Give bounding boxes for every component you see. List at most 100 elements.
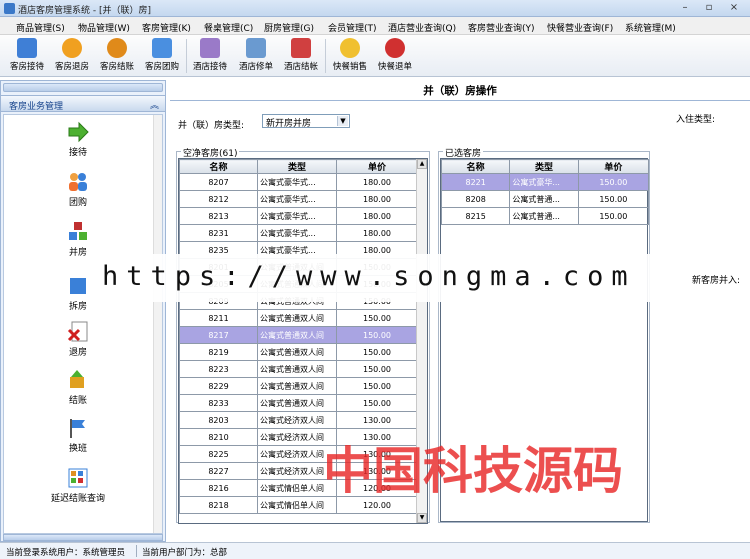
- room-group-button[interactable]: 客房团购: [141, 37, 183, 75]
- sidebar-item-delayed-settle[interactable]: 延迟结账查询: [4, 467, 152, 504]
- sidebar-item-label: 退房: [68, 348, 87, 358]
- room-price-cell: 180.00: [336, 190, 418, 208]
- room-name-cell: 8233: [179, 394, 258, 412]
- fastfood-sale-icon: [340, 38, 360, 58]
- column-header-type[interactable]: 类型: [509, 159, 579, 174]
- column-header-type[interactable]: 类型: [257, 159, 337, 174]
- room-price-cell: 150.00: [336, 309, 418, 327]
- window-title: 酒店客房管理系统 - [并（联）房]: [18, 6, 151, 16]
- table-row[interactable]: 8233 公寓式普通双人间 150.00: [179, 394, 418, 412]
- room-name-cell: 8203: [179, 411, 258, 429]
- room-type-cell: 公寓式普通双人间: [257, 360, 337, 378]
- chevron-up-icon[interactable]: ︽: [150, 98, 159, 111]
- url-watermark: https://www.songma.com: [98, 254, 670, 302]
- chevron-down-icon[interactable]: ▼: [337, 116, 348, 126]
- delete-doc-icon: [67, 321, 89, 343]
- table-row[interactable]: 8212 公寓式豪华式... 180.00: [179, 190, 418, 208]
- room-price-cell: 150.00: [577, 207, 650, 225]
- room-type-select[interactable]: 新开房并房 ▼: [262, 114, 350, 129]
- room-group-icon: [152, 38, 172, 58]
- room-settle-icon: [107, 38, 127, 58]
- maximize-button[interactable]: ▫: [696, 0, 722, 15]
- menu-members[interactable]: 会员管理(T): [328, 21, 377, 34]
- room-name-cell: 8213: [179, 207, 258, 225]
- sidebar-list: 接待 团购 并房 拆房 退房 结账 换班 延迟结账查询: [3, 114, 163, 534]
- hotel-reception-button[interactable]: 酒店接待: [189, 37, 231, 75]
- sidebar-item-checkout[interactable]: 退房: [4, 321, 152, 358]
- fastfood-refund-button[interactable]: 快餐退单: [374, 37, 416, 75]
- column-header-price[interactable]: 单价: [577, 159, 650, 174]
- menu-kitchen[interactable]: 厨房管理(G): [264, 21, 314, 34]
- table-row[interactable]: 8217 公寓式普通双人间 150.00: [179, 326, 418, 344]
- column-header-name[interactable]: 名称: [179, 159, 258, 174]
- sidebar-item-group[interactable]: 团购: [4, 171, 152, 208]
- room-name-cell: 8231: [179, 224, 258, 242]
- hotel-edit-label: 酒店修单: [238, 62, 273, 72]
- checkin-type-label: 入住类型:: [676, 115, 716, 125]
- fastfood-sale-label: 快餐销售: [332, 62, 367, 72]
- room-price-cell: 150.00: [336, 360, 418, 378]
- column-header-name[interactable]: 名称: [440, 159, 511, 174]
- menu-items[interactable]: 物品管理(W): [78, 21, 130, 34]
- scroll-up-icon[interactable]: ▲: [417, 159, 427, 169]
- room-settle-label: 客房结账: [99, 62, 134, 72]
- minimize-button[interactable]: –: [672, 0, 698, 15]
- sidebar-item-settle[interactable]: 结账: [4, 369, 152, 406]
- room-price-cell: 150.00: [336, 343, 418, 361]
- table-row[interactable]: 8223 公寓式普通双人间 150.00: [179, 360, 418, 378]
- table-row[interactable]: 8203 公寓式经济双人间 130.00: [179, 411, 418, 429]
- room-name-cell: 8215: [440, 207, 511, 225]
- room-type-cell: 公寓式普通双人间: [257, 343, 337, 361]
- room-name-cell: 8219: [179, 343, 258, 361]
- table-row[interactable]: 8221 公寓式豪华... 150.00: [440, 173, 650, 191]
- sidebar-item-label: 拆房: [68, 302, 87, 312]
- column-header-price[interactable]: 单价: [336, 159, 418, 174]
- menu-hotel-query[interactable]: 酒店营业查询(Q): [388, 21, 456, 34]
- hotel-settle-button[interactable]: 酒店结帐: [280, 37, 322, 75]
- room-reception-icon: [17, 38, 37, 58]
- sidebar-item-reception[interactable]: 接待: [4, 121, 152, 158]
- table-row[interactable]: 8211 公寓式普通双人间 150.00: [179, 309, 418, 327]
- table-row[interactable]: 8231 公寓式豪华式... 180.00: [179, 224, 418, 242]
- sidebar-title: 客房业务管理: [9, 102, 64, 112]
- table-row[interactable]: 8208 公寓式普通... 150.00: [440, 190, 650, 208]
- room-type-cell: 公寓式豪华式...: [257, 224, 337, 242]
- sidebar-item-merge[interactable]: 并房: [4, 221, 152, 258]
- menu-system[interactable]: 系统管理(M): [625, 21, 676, 34]
- sidebar-item-shift[interactable]: 换班: [4, 417, 152, 454]
- room-type-value: 新开房并房: [266, 119, 312, 129]
- table-row[interactable]: 8229 公寓式普通双人间 150.00: [179, 377, 418, 395]
- fastfood-sale-button[interactable]: 快餐销售: [329, 37, 371, 75]
- menu-tables[interactable]: 餐桌管理(C): [204, 21, 253, 34]
- sidebar-scrollbar[interactable]: [153, 115, 162, 533]
- close-button[interactable]: ×: [721, 0, 747, 15]
- table-row[interactable]: 8207 公寓式豪华式... 180.00: [179, 173, 418, 191]
- room-name-cell: 8207: [179, 173, 258, 191]
- status-separator: [136, 545, 137, 557]
- split-icon: [67, 275, 89, 297]
- sidebar-header[interactable]: 客房业务管理 ︽: [1, 95, 165, 112]
- grid-icon: [67, 467, 89, 489]
- room-settle-button[interactable]: 客房结账: [96, 37, 138, 75]
- sidebar-splitter[interactable]: [3, 83, 163, 92]
- table-row[interactable]: 8219 公寓式普通双人间 150.00: [179, 343, 418, 361]
- room-reception-button[interactable]: 客房接待: [6, 37, 48, 75]
- sidebar-bottom-bar[interactable]: [3, 534, 163, 541]
- menu-fastfood-query[interactable]: 快餐营业查询(F): [547, 21, 613, 34]
- room-checkout-button[interactable]: 客房退房: [51, 37, 93, 75]
- room-type-cell: 公寓式豪华...: [509, 173, 579, 191]
- table-row[interactable]: 8215 公寓式普通... 150.00: [440, 207, 650, 225]
- menu-rooms[interactable]: 客房管理(K): [142, 21, 191, 34]
- room-name-cell: 8211: [179, 309, 258, 327]
- table-row[interactable]: 8213 公寓式豪华式... 180.00: [179, 207, 418, 225]
- room-price-cell: 150.00: [336, 326, 418, 344]
- menu-room-query[interactable]: 客房营业查询(Y): [468, 21, 535, 34]
- menu-goods[interactable]: 商品管理(S): [16, 21, 65, 34]
- title-bar: 酒店客房管理系统 - [并（联）房] – ▫ ×: [0, 0, 750, 17]
- room-name-cell: 8210: [179, 428, 258, 446]
- hotel-edit-button[interactable]: 酒店修单: [235, 37, 277, 75]
- scroll-down-icon[interactable]: ▼: [417, 513, 427, 523]
- room-reception-label: 客房接待: [9, 62, 44, 72]
- hotel-reception-icon: [200, 38, 220, 58]
- sidebar-item-label: 并房: [68, 248, 87, 258]
